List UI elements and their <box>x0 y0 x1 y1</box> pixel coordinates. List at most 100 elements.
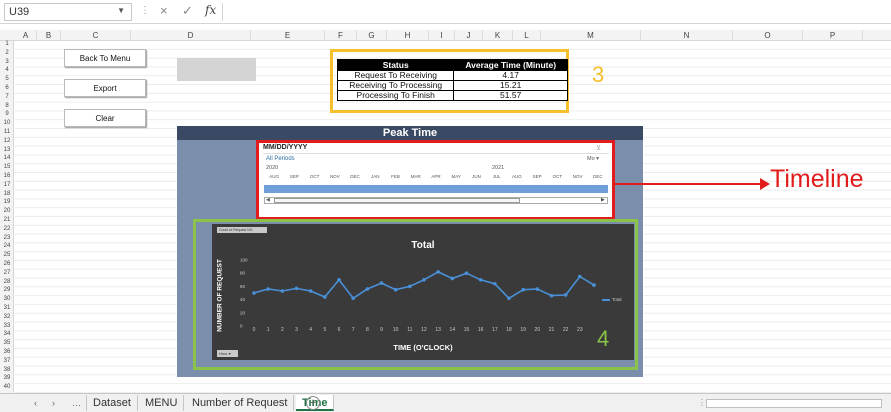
row-header[interactable]: 40 <box>0 384 14 390</box>
column-header[interactable]: M <box>541 30 641 41</box>
data-point[interactable] <box>323 295 327 299</box>
row-header[interactable]: 36 <box>0 349 14 355</box>
column-header[interactable]: B <box>37 30 61 41</box>
data-point[interactable] <box>408 284 412 289</box>
timeline-month[interactable]: DEC <box>588 174 608 182</box>
scroll-right-icon[interactable]: ▶ <box>601 197 605 203</box>
row-header[interactable]: 5 <box>0 76 14 82</box>
timeline-month[interactable]: FEB <box>385 174 405 182</box>
row-header[interactable]: 34 <box>0 331 14 337</box>
data-point[interactable] <box>521 287 525 292</box>
data-point[interactable] <box>436 270 440 274</box>
row-header[interactable]: 2 <box>0 50 14 56</box>
column-header[interactable]: O <box>733 30 803 41</box>
data-point[interactable] <box>422 278 426 282</box>
row-header[interactable]: 12 <box>0 138 14 144</box>
row-header[interactable]: 24 <box>0 243 14 249</box>
tab-overflow-icon[interactable]: … <box>72 398 81 408</box>
row-header[interactable]: 19 <box>0 199 14 205</box>
timeline-month[interactable]: JUN <box>466 174 486 182</box>
column-header[interactable]: K <box>483 30 513 41</box>
data-point[interactable] <box>578 274 582 279</box>
row-header[interactable]: 6 <box>0 85 14 91</box>
row-header[interactable]: 3 <box>0 59 14 65</box>
data-point[interactable] <box>563 293 568 297</box>
next-sheet-icon[interactable]: › <box>52 398 55 408</box>
export-button[interactable]: Export <box>64 79 146 97</box>
row-header[interactable]: 20 <box>0 208 14 214</box>
scroll-left-icon[interactable]: ◀ <box>266 197 270 203</box>
tab-number-of-request[interactable]: Number of Request <box>186 395 295 411</box>
row-header[interactable]: 39 <box>0 375 14 381</box>
timeline-month[interactable]: DEC <box>345 174 365 182</box>
row-header[interactable]: 13 <box>0 147 14 153</box>
data-point[interactable] <box>379 281 384 285</box>
row-header[interactable]: 8 <box>0 103 14 109</box>
data-point[interactable] <box>337 278 341 282</box>
timeline-month[interactable]: AUG <box>507 174 527 182</box>
column-header[interactable]: N <box>641 30 733 41</box>
timeline-month[interactable]: OCT <box>304 174 324 182</box>
row-header[interactable]: 38 <box>0 367 14 373</box>
column-header[interactable]: E <box>251 30 325 41</box>
data-point[interactable] <box>493 281 497 286</box>
timeline-month[interactable]: OCT <box>547 174 567 182</box>
timeline-month[interactable]: MAR <box>406 174 426 182</box>
column-header[interactable]: H <box>387 30 429 41</box>
row-header[interactable]: 30 <box>0 296 14 302</box>
row-header[interactable]: 27 <box>0 270 14 276</box>
data-point[interactable] <box>592 283 596 287</box>
status-cell[interactable]: Request To Receiving <box>336 70 455 81</box>
row-header[interactable]: 32 <box>0 314 14 320</box>
name-box[interactable]: U39 ▼ <box>4 3 132 21</box>
horizontal-scrollbar[interactable] <box>706 399 882 408</box>
row-header[interactable]: 21 <box>0 217 14 223</box>
data-point[interactable] <box>393 287 398 292</box>
prev-sheet-icon[interactable]: ‹ <box>34 398 37 408</box>
data-point[interactable] <box>266 287 270 291</box>
column-header[interactable]: C <box>61 30 131 41</box>
timeline-month[interactable]: SEP <box>527 174 547 182</box>
data-point[interactable] <box>365 287 370 291</box>
data-point[interactable] <box>478 278 483 282</box>
column-header[interactable]: J <box>455 30 483 41</box>
row-header[interactable]: 7 <box>0 94 14 100</box>
row-header[interactable]: 23 <box>0 235 14 241</box>
timeline-scroll-thumb[interactable] <box>274 198 520 203</box>
column-header[interactable]: G <box>357 30 387 41</box>
cancel-icon[interactable]: × <box>160 3 168 18</box>
time-cell[interactable]: 4.17 <box>453 70 568 81</box>
formula-input[interactable] <box>222 3 886 21</box>
row-header[interactable]: 35 <box>0 340 14 346</box>
time-cell[interactable]: 51.57 <box>453 90 568 101</box>
column-header[interactable]: A <box>15 30 37 41</box>
data-point[interactable] <box>252 291 256 295</box>
timeline-level-dropdown[interactable]: Mo ▾ <box>587 156 599 162</box>
status-cell[interactable]: Processing To Finish <box>336 90 455 101</box>
timeline-month[interactable]: NOV <box>325 174 345 182</box>
clear-button[interactable]: Clear <box>64 109 146 127</box>
data-point[interactable] <box>351 296 355 301</box>
data-point[interactable] <box>535 287 540 291</box>
status-cell[interactable]: Receiving To Processing <box>336 80 455 91</box>
row-header[interactable]: 25 <box>0 252 14 258</box>
timeline-month[interactable]: JAN <box>365 174 385 182</box>
timeline-month[interactable]: SEP <box>284 174 304 182</box>
column-header[interactable]: D <box>131 30 251 41</box>
timeline-month[interactable]: NOV <box>568 174 588 182</box>
row-header[interactable]: 37 <box>0 358 14 364</box>
timeline-selection-bar[interactable] <box>264 185 608 193</box>
data-point[interactable] <box>464 271 469 275</box>
timeline-month[interactable]: AUG <box>264 174 284 182</box>
row-header[interactable]: 16 <box>0 173 14 179</box>
chevron-down-icon[interactable]: ▼ <box>117 6 125 15</box>
clear-filter-icon[interactable]: ⊻ <box>596 144 601 152</box>
row-header[interactable]: 10 <box>0 120 14 126</box>
data-point[interactable] <box>280 289 285 293</box>
row-header[interactable]: 29 <box>0 287 14 293</box>
data-point[interactable] <box>308 289 313 293</box>
back-to-menu-button[interactable]: Back To Menu <box>64 49 146 67</box>
hour-filter-button[interactable]: Hour ▾ <box>217 350 238 357</box>
row-header[interactable]: 14 <box>0 155 14 161</box>
row-header[interactable]: 33 <box>0 323 14 329</box>
